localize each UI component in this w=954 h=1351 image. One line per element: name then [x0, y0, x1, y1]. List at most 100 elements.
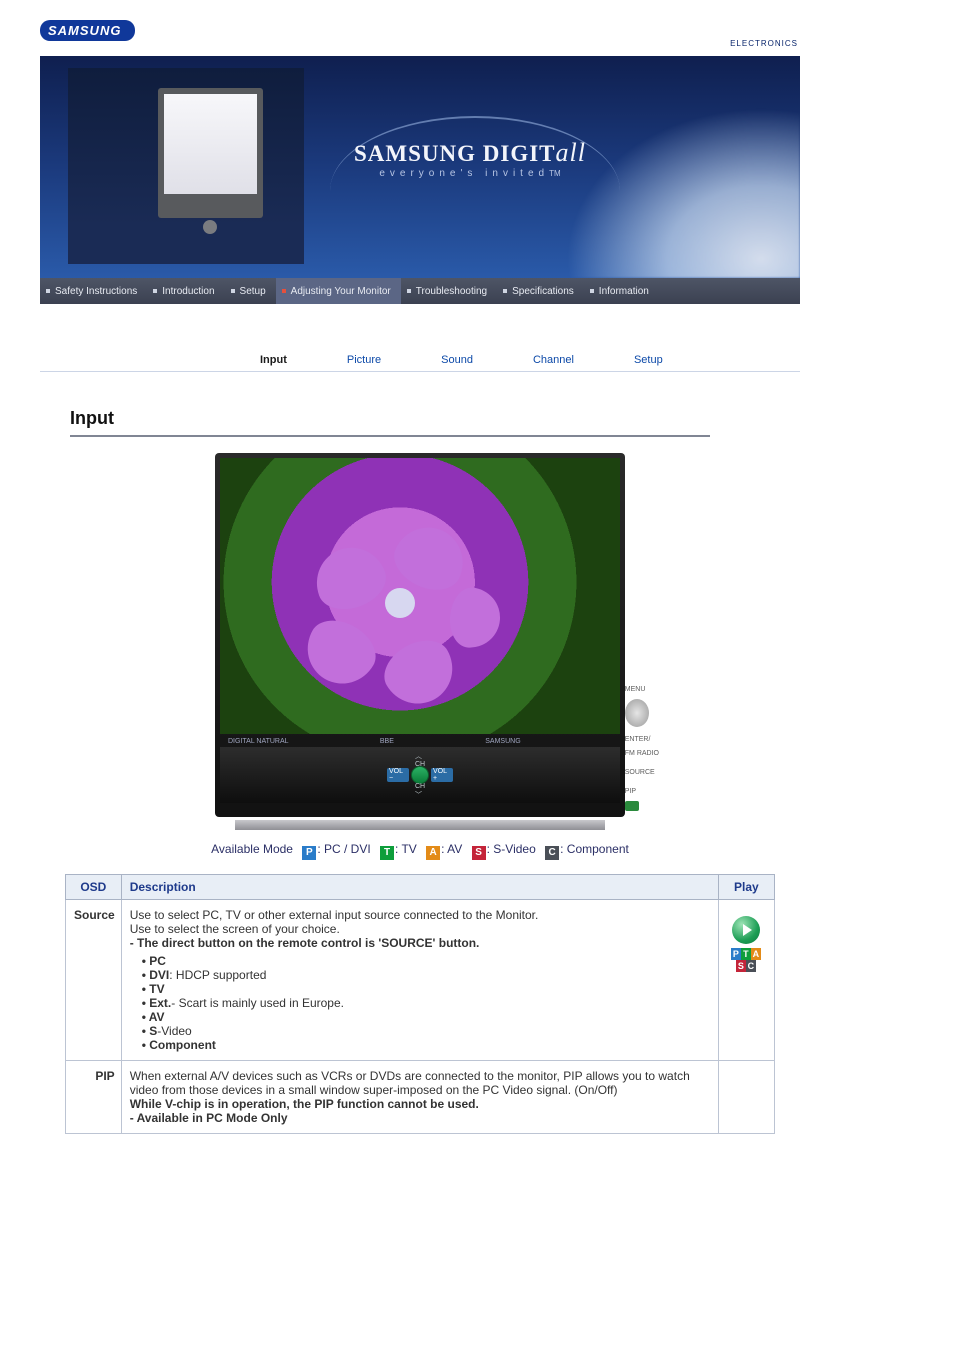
nav-label: Information [599, 286, 649, 297]
bullet-item: S-Video [142, 1024, 710, 1038]
nav-label: Safety Instructions [55, 286, 137, 297]
play-badge-row: PTASC [727, 948, 766, 972]
tv-bezel-logos: DIGITAL NATURAL BBE SAMSUNG [220, 734, 620, 747]
flower-center [385, 588, 415, 618]
desc-bold-line: - The direct button on the remote contro… [130, 936, 710, 950]
legend-label-t: : TV [395, 842, 417, 856]
nav-item-adjusting-your-monitor[interactable]: Adjusting Your Monitor [276, 278, 401, 304]
nav-label: Adjusting Your Monitor [291, 286, 391, 297]
osd-table: OSD Description Play Source Use to select… [65, 874, 775, 1134]
subnav-tab-sound[interactable]: Sound [441, 354, 473, 366]
bullet-icon [407, 289, 411, 293]
hero-banner: SAMSUNG DIGITall everyone's invitedTM [40, 56, 800, 278]
play-icon[interactable] [732, 916, 760, 944]
subnav-tab-channel[interactable]: Channel [533, 354, 574, 366]
legend-label-a: : AV [441, 842, 462, 856]
bullet-icon [231, 289, 235, 293]
banner-swirl-graphic [540, 88, 800, 278]
brand-logo: SAMSUNG ELECTRONICS [40, 20, 800, 48]
tv-logo-center: SAMSUNG [485, 738, 520, 745]
flower-petal [307, 538, 393, 618]
bullet-item: DVI: HDCP supported [142, 968, 710, 982]
side-label-source: SOURCE [625, 766, 659, 779]
tv-base [235, 820, 605, 830]
desc-line: Use to select PC, TV or other external i… [130, 908, 710, 922]
side-label-enter: ENTER/ FM RADIO [625, 733, 659, 760]
subnav-tab-setup[interactable]: Setup [634, 354, 663, 366]
legend-label-c: : Component [560, 842, 629, 856]
description-cell: When external A/V devices such as VCRs o… [121, 1061, 718, 1134]
legend-badge-a: A [426, 846, 440, 860]
tv-bezel-controls: ︿CH VOL − VOL + CH﹀ [220, 747, 620, 803]
banner-tagline: everyone's invited [379, 168, 549, 179]
play-cell: PTASC [718, 900, 774, 1061]
vol-plus-label: VOL + [431, 768, 453, 782]
bullet-icon [503, 289, 507, 293]
col-header-play: Play [718, 875, 774, 900]
ch-up-label: ︿CH [415, 751, 425, 768]
primary-nav: Safety Instructions Introduction Setup A… [40, 278, 800, 304]
banner-headline-main: SAMSUNG DIGIT [354, 141, 556, 166]
desc-bold-line: - Available in PC Mode Only [130, 1111, 710, 1125]
tv-screen-image [220, 458, 620, 734]
bullet-icon [153, 289, 157, 293]
play-badge: P [731, 948, 741, 960]
tv-frame: DIGITAL NATURAL BBE SAMSUNG ︿CH VOL − VO… [215, 453, 625, 817]
nav-item-introduction[interactable]: Introduction [147, 278, 224, 304]
jog-wheel-icon [625, 699, 649, 727]
col-header-osd: OSD [66, 875, 122, 900]
nav-item-troubleshooting[interactable]: Troubleshooting [401, 278, 497, 304]
flower-petal [447, 586, 502, 650]
nav-item-specifications[interactable]: Specifications [497, 278, 584, 304]
nav-item-setup[interactable]: Setup [225, 278, 276, 304]
legend-badge-p: P [302, 846, 316, 860]
brand-division: ELECTRONICS [40, 39, 798, 48]
desc-line: Use to select the screen of your choice. [130, 922, 710, 936]
legend-label-s: : S-Video [487, 842, 536, 856]
side-icon [625, 801, 639, 811]
vol-minus-label: VOL − [387, 768, 409, 782]
mode-legend: Available Mode P: PC / DVI T: TV A: AV S… [40, 842, 800, 860]
play-cell [718, 1061, 774, 1134]
monitor-screen [164, 94, 257, 194]
side-label-pip: PIP [625, 785, 659, 798]
monitor-stand [203, 220, 217, 234]
legend-label-p: : PC / DVI [317, 842, 370, 856]
nav-item-safety-instructions[interactable]: Safety Instructions [40, 278, 147, 304]
tv-logo-left: DIGITAL NATURAL [228, 738, 289, 745]
bullet-item: Component [142, 1038, 710, 1052]
bullet-item: AV [142, 1010, 710, 1024]
desc-line: When external A/V devices such as VCRs o… [130, 1069, 710, 1097]
subnav-tab-input[interactable]: Input [260, 354, 287, 366]
bullet-item: Ext.- Scart is mainly used in Europe. [142, 996, 710, 1010]
monitor-body [158, 88, 263, 218]
col-header-description: Description [121, 875, 718, 900]
play-badge: A [751, 948, 761, 960]
nav-label: Setup [240, 286, 266, 297]
description-cell: Use to select PC, TV or other external i… [121, 900, 718, 1061]
osd-cell: Source [66, 900, 122, 1061]
nav-label: Specifications [512, 286, 574, 297]
flower-petal [295, 610, 386, 697]
nav-item-information[interactable]: Information [584, 278, 659, 304]
play-badge: S [736, 960, 746, 972]
play-badge: T [741, 948, 751, 960]
desc-bold-line: While V-chip is in operation, the PIP fu… [130, 1097, 710, 1111]
bullet-icon [46, 289, 50, 293]
legend-badge-s: S [472, 846, 486, 860]
subnav-tab-picture[interactable]: Picture [347, 354, 381, 366]
sub-nav: Input Picture Sound Channel Setup [40, 354, 800, 372]
power-button-icon [411, 766, 429, 784]
ch-down-label: CH﹀ [415, 783, 425, 800]
flower-petal [375, 630, 466, 717]
section-heading: Input [70, 408, 710, 437]
bullet-list: PCDVI: HDCP supportedTVExt.- Scart is ma… [142, 954, 710, 1052]
tv-side-labels: MENU ENTER/ FM RADIO SOURCE PIP [625, 683, 659, 817]
bullet-icon [282, 289, 286, 293]
tv-logo-bbe: BBE [380, 738, 394, 745]
nav-label: Introduction [162, 286, 214, 297]
bullet-item: TV [142, 982, 710, 996]
monitor-preview: DIGITAL NATURAL BBE SAMSUNG ︿CH VOL − VO… [215, 453, 625, 830]
legend-badge-t: T [380, 846, 394, 860]
bullet-icon [590, 289, 594, 293]
